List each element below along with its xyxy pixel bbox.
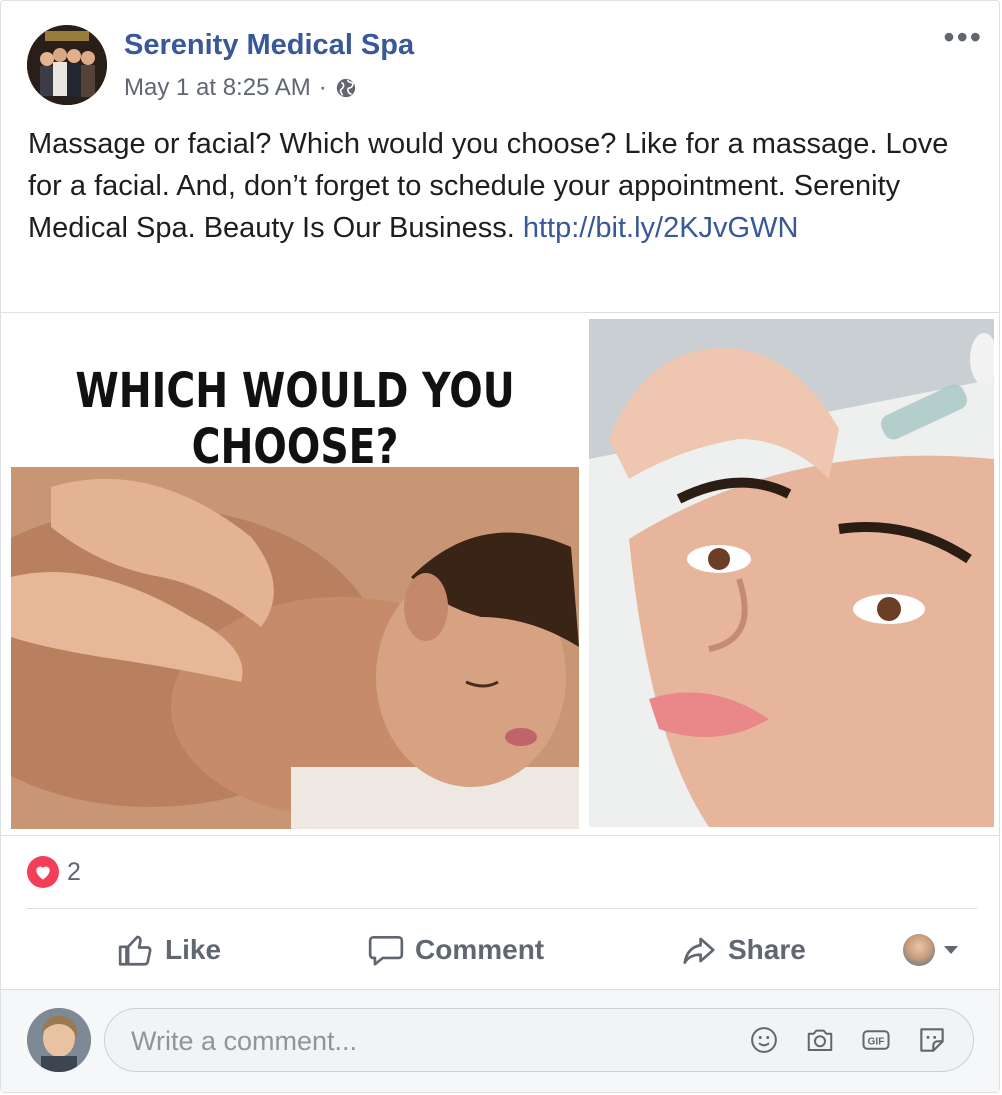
user-avatar[interactable] (27, 1008, 91, 1072)
page-avatar[interactable] (27, 25, 107, 105)
reaction-summary[interactable]: 2 (27, 856, 81, 888)
comment-input[interactable] (129, 1009, 733, 1073)
massage-illustration (11, 467, 579, 829)
post-text: Massage or facial? Which would you choos… (28, 123, 978, 249)
globe-icon[interactable] (335, 77, 357, 99)
post-card: Serenity Medical Spa May 1 at 8:25 AM · … (0, 0, 1000, 1093)
like-button[interactable]: Like (117, 931, 221, 969)
page-name-link[interactable]: Serenity Medical Spa (124, 29, 414, 62)
more-options-icon[interactable]: ••• (943, 21, 983, 53)
post-image[interactable]: WHICH WOULD YOU CHOOSE? (1, 312, 999, 836)
svg-text:GIF: GIF (868, 1036, 885, 1047)
reaction-count: 2 (67, 857, 81, 886)
post-body: Massage or facial? Which would you choos… (28, 128, 949, 244)
gif-icon[interactable]: GIF (859, 1023, 893, 1057)
sticker-icon[interactable] (915, 1023, 949, 1057)
divider (27, 908, 977, 909)
post-timestamp[interactable]: May 1 at 8:25 AM (124, 74, 311, 102)
comment-label: Comment (415, 934, 545, 965)
post-link[interactable]: http://bit.ly/2KJvGWN (523, 212, 799, 244)
chevron-down-icon (944, 946, 958, 954)
comment-box: GIF (104, 1008, 974, 1073)
action-bar: Like Comment Share (27, 919, 977, 981)
share-label: Share (728, 934, 806, 965)
facial-photo (589, 319, 994, 827)
post-as-selector[interactable] (903, 934, 959, 966)
mini-avatar (903, 934, 935, 966)
emoji-icon[interactable] (747, 1023, 781, 1057)
share-arrow-icon (683, 937, 715, 965)
user-photo (27, 1008, 91, 1072)
comment-button[interactable]: Comment (367, 931, 544, 969)
group-photo-icon (27, 25, 107, 105)
share-button[interactable]: Share (680, 931, 806, 969)
heart-icon (27, 856, 59, 888)
facial-illustration (589, 319, 994, 827)
thumbs-up-icon (118, 935, 152, 966)
comment-composer: GIF (1, 990, 999, 1092)
camera-icon[interactable] (803, 1023, 837, 1057)
image-left-panel: WHICH WOULD YOU CHOOSE? (9, 319, 581, 829)
meta-separator: · (318, 74, 327, 101)
like-label: Like (165, 934, 222, 965)
massage-photo (11, 467, 579, 829)
comment-tools: GIF (747, 1023, 949, 1057)
image-headline: WHICH WOULD YOU CHOOSE? (75, 363, 515, 475)
comment-bubble-icon (368, 935, 404, 966)
post-meta: May 1 at 8:25 AM · (124, 74, 357, 102)
